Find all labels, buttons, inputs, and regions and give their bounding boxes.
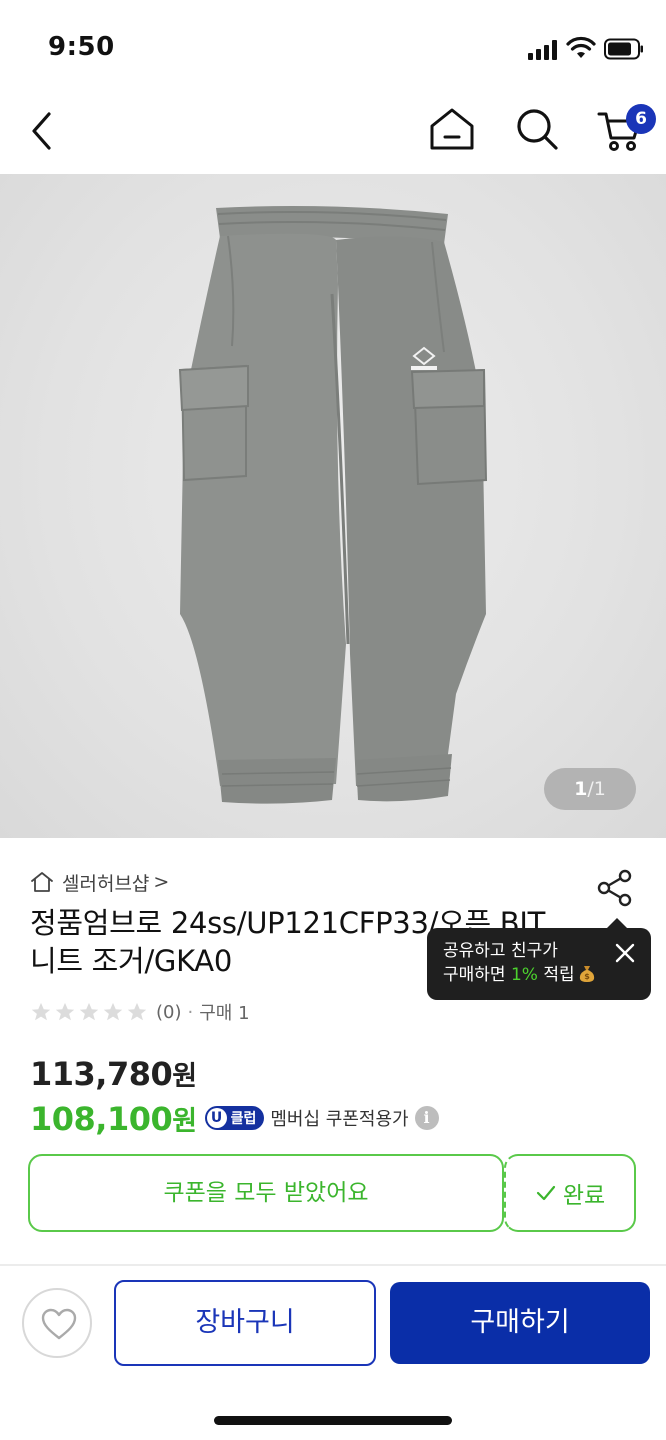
star-icon bbox=[55, 1002, 75, 1021]
seller-link[interactable]: 셀러허브샵 > bbox=[30, 868, 169, 896]
reward-percent: 1% bbox=[510, 965, 538, 985]
tooltip-close-icon[interactable] bbox=[612, 940, 638, 966]
rating-summary[interactable]: (0) · 구매 1 bbox=[30, 998, 250, 1026]
tooltip-line-2: 구매하면 1% 적립 $ bbox=[443, 963, 651, 987]
coupon-done-label: 완료 bbox=[562, 1183, 606, 1209]
status-time: 9:50 bbox=[48, 32, 115, 62]
purchase-count: 구매 1 bbox=[199, 1003, 250, 1024]
image-page-indicator: 1/1 bbox=[544, 768, 636, 810]
star-icon bbox=[31, 1002, 51, 1021]
check-icon bbox=[536, 1185, 555, 1201]
search-icon[interactable] bbox=[514, 106, 560, 152]
add-to-cart-button[interactable]: 장바구니 bbox=[114, 1280, 376, 1366]
wishlist-button[interactable] bbox=[22, 1288, 92, 1358]
star-icon bbox=[79, 1002, 99, 1021]
rating-stars bbox=[30, 1001, 148, 1023]
uclub-badge: U 클럽 bbox=[204, 1106, 265, 1130]
svg-text:$: $ bbox=[584, 972, 590, 981]
buy-now-button[interactable]: 구매하기 bbox=[390, 1282, 650, 1364]
back-arrow-icon[interactable] bbox=[24, 108, 64, 154]
coupon-status-button[interactable]: 쿠폰을 모두 받았어요 bbox=[28, 1154, 504, 1232]
seller-name: 셀러허브샵 bbox=[62, 872, 150, 895]
top-navigation bbox=[0, 96, 666, 174]
status-bar: 9:50 bbox=[0, 0, 666, 96]
coupon-done-button[interactable]: 완료 bbox=[504, 1154, 636, 1232]
share-icon[interactable] bbox=[596, 868, 634, 908]
membership-coupon-label: 멤버십 쿠폰적용가 bbox=[270, 1109, 409, 1130]
original-price: 113,780원 bbox=[30, 1055, 197, 1093]
product-image[interactable] bbox=[0, 174, 666, 838]
pants-illustration bbox=[178, 206, 488, 804]
info-icon[interactable]: i bbox=[414, 1106, 439, 1130]
seller-chevron-icon: > bbox=[153, 871, 170, 893]
membership-price-row: 108,100원 U 클럽 멤버십 쿠폰적용가 i bbox=[30, 1096, 439, 1140]
review-count: (0) bbox=[156, 1001, 182, 1023]
signal-icon bbox=[528, 40, 557, 60]
store-home-icon bbox=[31, 872, 53, 892]
wifi-icon bbox=[566, 36, 596, 58]
sale-price: 108,100원 bbox=[30, 1099, 197, 1138]
home-icon[interactable] bbox=[428, 106, 476, 152]
star-icon bbox=[103, 1002, 123, 1021]
heart-icon bbox=[41, 1308, 77, 1340]
rating-separator: · bbox=[187, 1001, 194, 1023]
cart-count-badge: 6 bbox=[626, 104, 656, 134]
home-indicator bbox=[214, 1416, 452, 1425]
star-icon bbox=[127, 1002, 147, 1021]
money-bag-icon: $ bbox=[579, 966, 594, 982]
bottom-bar-divider bbox=[0, 1264, 666, 1266]
battery-icon bbox=[604, 38, 643, 60]
